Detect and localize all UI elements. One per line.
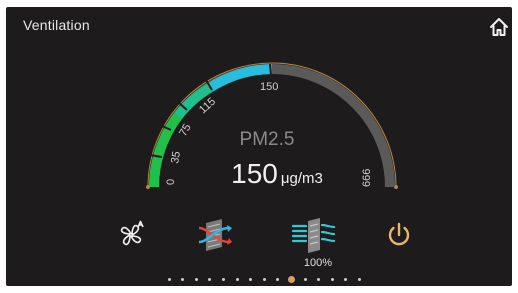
page-indicator (166, 276, 371, 286)
power-icon[interactable] (385, 221, 413, 249)
page-dot[interactable] (221, 278, 225, 281)
heat-exchanger-icon[interactable] (196, 217, 232, 253)
gauge-tick (269, 63, 272, 76)
page-dot[interactable] (208, 278, 212, 281)
page-dot[interactable] (276, 278, 280, 281)
metric-unit: μg/m3 (280, 170, 323, 187)
page-dot[interactable] (344, 278, 348, 281)
ventilation-screen: Ventilation 0 35 75 115 150 666 PM2.5 15… (6, 7, 512, 286)
page-dot[interactable] (235, 278, 239, 281)
page-dot[interactable] (262, 278, 266, 281)
page-dot[interactable] (194, 278, 198, 281)
metric-label: PM2.5 (239, 129, 295, 150)
fan-auto-icon[interactable] (116, 220, 146, 250)
scale-label-666: 666 (361, 169, 373, 187)
page-dot[interactable] (317, 278, 321, 281)
scale-label-35: 35 (169, 150, 183, 164)
airflow-percentage: 100% (303, 257, 333, 269)
scale-label-75: 75 (177, 122, 194, 139)
page-dot[interactable] (167, 278, 171, 281)
airflow-filter-icon[interactable] (291, 217, 337, 253)
metric-value-row: 150 μg/m3 (192, 158, 362, 190)
page-dot[interactable] (357, 278, 361, 281)
scale-label-0: 0 (165, 179, 177, 185)
page-dot-active[interactable] (287, 276, 295, 283)
page-dot[interactable] (249, 278, 253, 281)
scale-label-150: 150 (260, 81, 278, 93)
page-dot[interactable] (303, 278, 307, 281)
page-dot[interactable] (330, 278, 334, 281)
metric-value: 150 (231, 158, 278, 189)
page-dot[interactable] (181, 278, 185, 281)
